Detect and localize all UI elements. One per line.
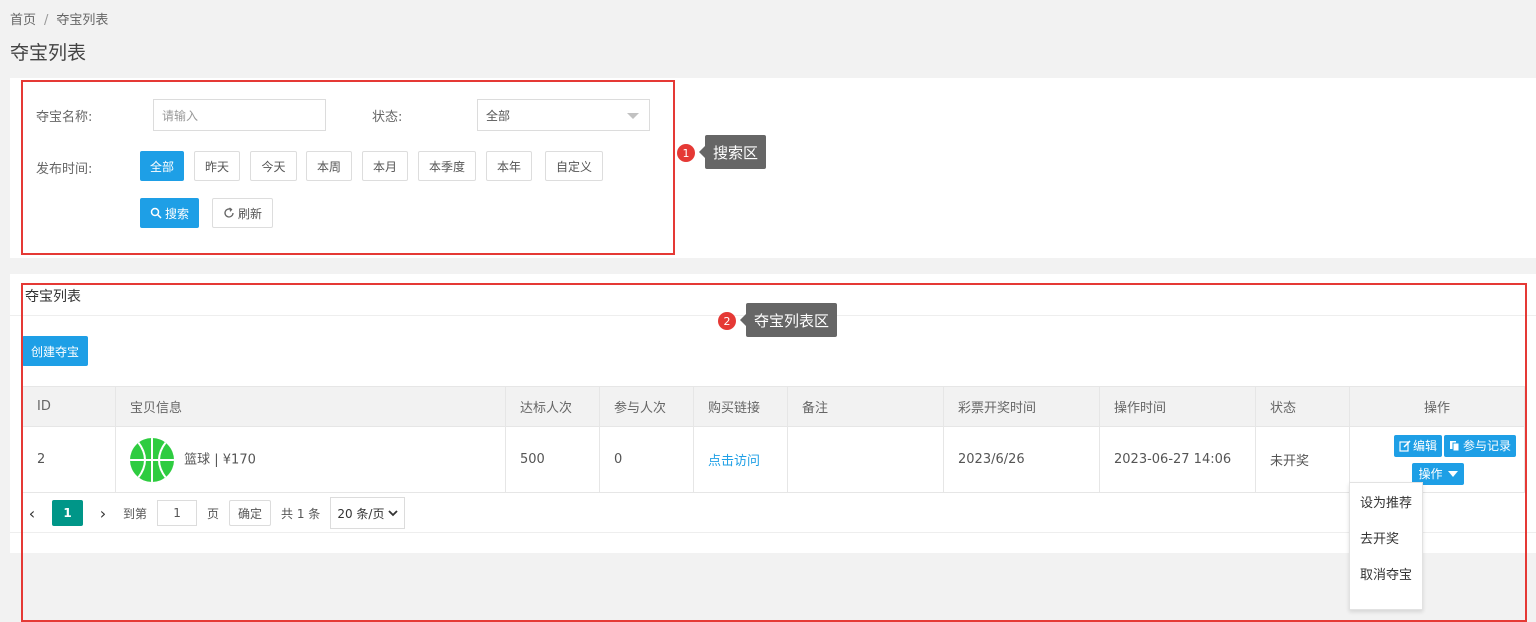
annotation-label-2: 夺宝列表区 (739, 303, 838, 337)
annotation-badge-2: 2 (718, 312, 736, 330)
menu-item-cancel[interactable]: 取消夺宝 (1350, 555, 1422, 591)
breadcrumb-home[interactable]: 首页 (10, 13, 36, 28)
annotation-badge-1: 1 (677, 144, 695, 162)
menu-item-recommend[interactable]: 设为推荐 (1350, 483, 1422, 519)
menu-item-draw[interactable]: 去开奖 (1350, 519, 1422, 555)
page-title: 夺宝列表 (10, 42, 87, 64)
breadcrumb-separator: / (44, 13, 49, 28)
breadcrumb-current: 夺宝列表 (56, 13, 109, 28)
actions-dropdown-menu: 设为推荐 去开奖 取消夺宝 (1349, 482, 1423, 610)
annotation-label-1: 搜索区 (698, 135, 767, 169)
search-area-highlight (21, 80, 675, 255)
breadcrumb: 首页 / 夺宝列表 (10, 9, 108, 28)
